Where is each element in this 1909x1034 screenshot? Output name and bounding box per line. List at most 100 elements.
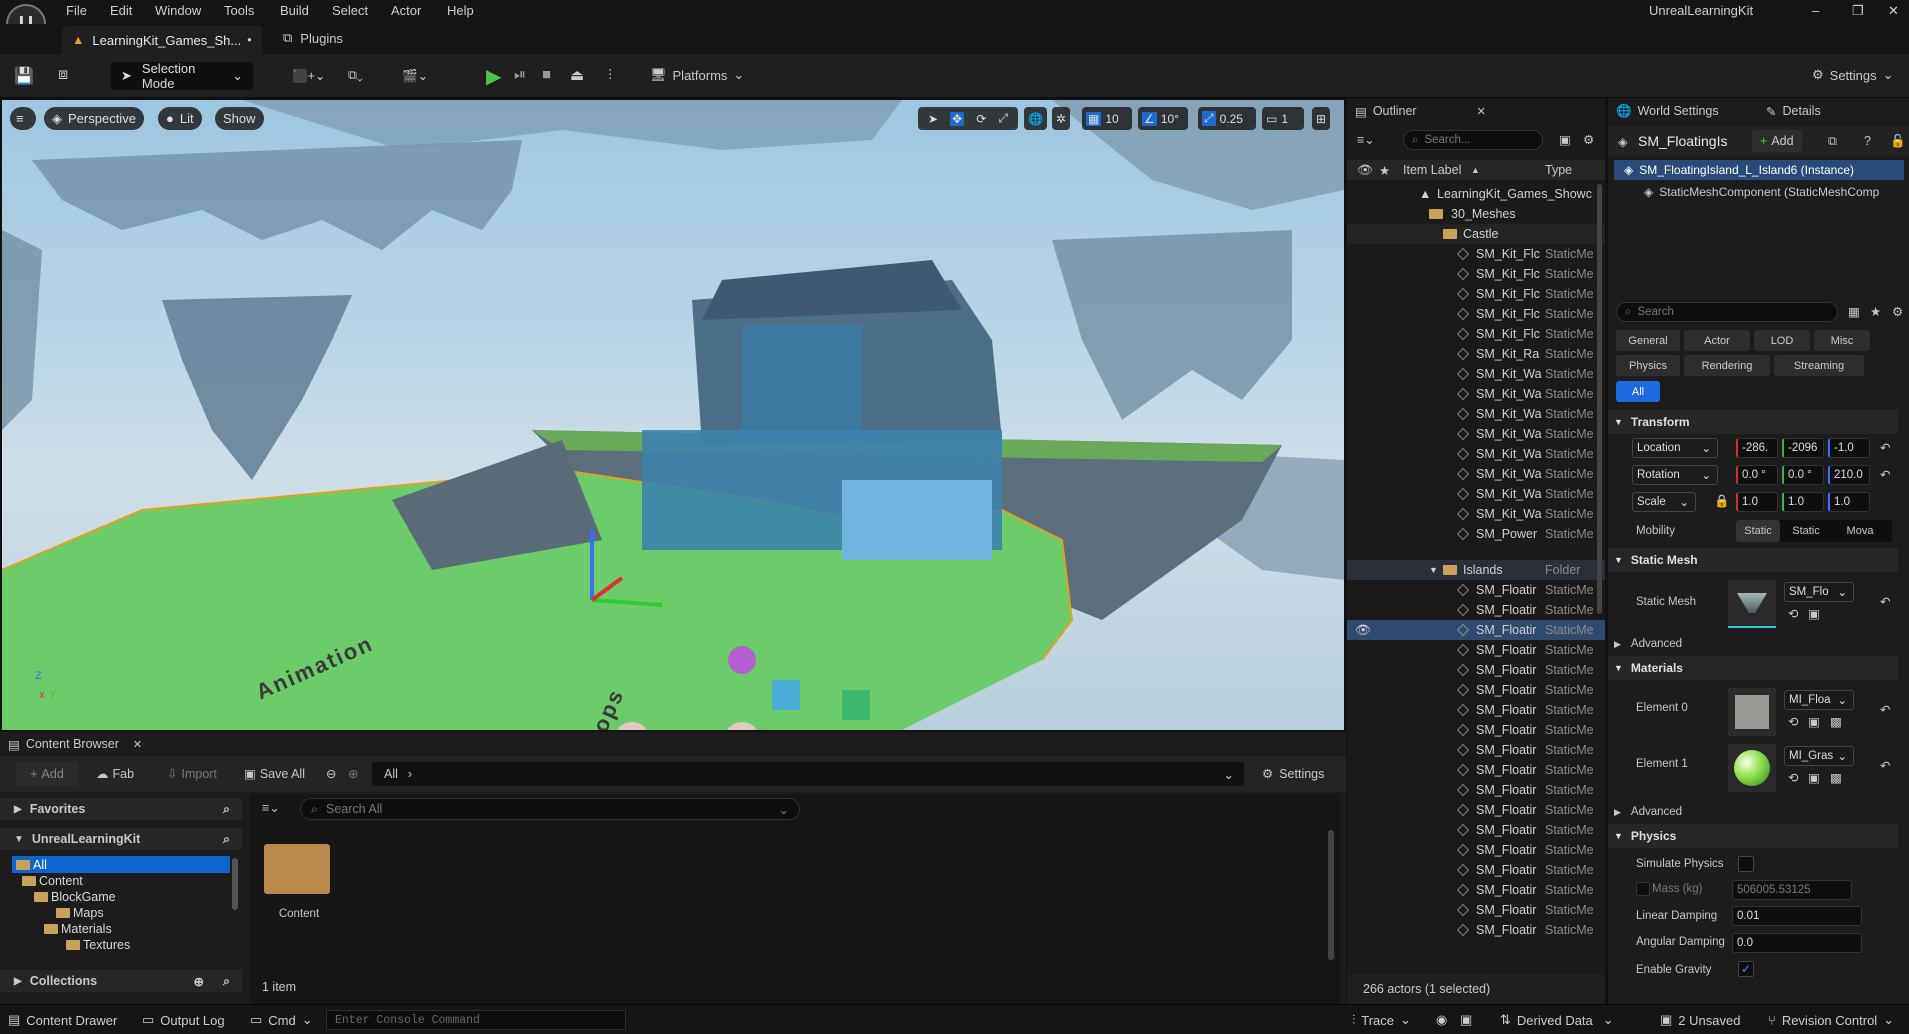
tree-item-maps[interactable]: Maps — [56, 906, 104, 920]
filter-lod[interactable]: LOD — [1754, 330, 1810, 351]
viewport-menu-button[interactable]: ≡ — [10, 107, 36, 130]
material0-picker[interactable]: MI_Floa ⌄ — [1784, 690, 1854, 710]
help-icon[interactable]: ? — [1864, 134, 1871, 148]
tab-content-browser[interactable]: ▤ Content Browser ✕ — [0, 732, 160, 756]
tree-row-level[interactable]: ▲ LearningKit_Games_Showc — [1347, 184, 1605, 204]
material1-thumbnail[interactable] — [1728, 744, 1776, 792]
section-physics[interactable]: ▼ Physics — [1608, 824, 1898, 848]
add-actor-icon[interactable]: ⬛+⌄ — [292, 68, 325, 84]
search-icon[interactable]: ⌕ — [223, 974, 230, 989]
menu-build[interactable]: Build — [280, 3, 309, 18]
mesh-thumbnail[interactable] — [1728, 580, 1776, 628]
filter-actor[interactable]: Actor — [1684, 330, 1750, 351]
add-collection-icon[interactable]: ⊕ — [194, 974, 204, 989]
lit-button[interactable]: ● Lit — [158, 107, 202, 130]
checker-icon[interactable]: ▩ — [1830, 770, 1842, 785]
tab-world-settings[interactable]: 🌐 World Settings — [1612, 98, 1719, 124]
blueprint-icon[interactable]: ⧉⌄ — [348, 68, 363, 83]
table-row[interactable]: SM_Floatir StaticMe — [1347, 780, 1605, 800]
tab-plugins[interactable]: ⧉ Plugins — [283, 30, 343, 46]
details-search[interactable]: ⌕ Search — [1616, 302, 1838, 322]
close-tab-icon[interactable]: ✕ — [133, 738, 142, 751]
table-row[interactable]: SM_Floatir StaticMe — [1347, 680, 1605, 700]
mesh-picker[interactable]: SM_Flo ⌄ — [1784, 582, 1854, 602]
table-row[interactable]: SM_Power StaticMe — [1347, 524, 1605, 544]
visibility-icon[interactable]: 👁 — [1355, 623, 1371, 638]
advanced-materials[interactable]: ▶ Advanced — [1614, 802, 1682, 822]
revision-control-dropdown[interactable]: ⑂ Revision Control ⌄ — [1768, 1012, 1894, 1028]
menu-select[interactable]: Select — [332, 3, 368, 18]
advanced-static-mesh[interactable]: ▶ Advanced — [1614, 634, 1682, 654]
object-name[interactable]: SM_FloatingIs — [1638, 133, 1727, 149]
use-selected-icon[interactable]: ⟲ — [1788, 606, 1798, 621]
outliner-settings-icon[interactable]: ⚙ — [1583, 132, 1594, 147]
close-window-icon[interactable]: ✕ — [1888, 3, 1899, 19]
table-row[interactable]: SM_Floatir StaticMe — [1347, 840, 1605, 860]
unsaved-button[interactable]: ▣ 2 Unsaved — [1660, 1012, 1740, 1028]
filter-streaming[interactable]: Streaming — [1774, 355, 1864, 376]
col-type[interactable]: Type — [1545, 163, 1572, 177]
level-viewport[interactable]: Animation Props Z x Y ≡ ◈ Perspective ● Li… — [2, 100, 1344, 730]
table-row[interactable]: SM_Floatir StaticMe — [1347, 820, 1605, 840]
rotation-x[interactable]: 0.0 ° — [1736, 465, 1778, 485]
table-row[interactable]: SM_Kit_Flc StaticMe — [1347, 264, 1605, 284]
table-row[interactable]: SM_Floatir StaticMe — [1347, 860, 1605, 880]
menu-edit[interactable]: Edit — [110, 3, 132, 18]
platforms-dropdown[interactable]: 🖥 Platforms ⌄ — [650, 67, 744, 83]
table-row[interactable]: SM_Kit_Wa StaticMe — [1347, 384, 1605, 404]
tree-item-content[interactable]: Content — [22, 874, 83, 888]
tree-row-30-meshes[interactable]: 30_Meshes — [1347, 204, 1605, 224]
forward-icon[interactable]: ⊕ — [348, 766, 358, 781]
scale-z[interactable]: 1.0 — [1828, 492, 1870, 512]
settings-dropdown[interactable]: ⚙ Settings ⌄ — [1812, 67, 1894, 83]
perspective-button[interactable]: ◈ Perspective — [44, 107, 144, 130]
scale-x[interactable]: 1.0 — [1736, 492, 1778, 512]
asset-search-field[interactable]: ⌕ Search All ⌄ — [300, 798, 800, 820]
table-row[interactable]: SM_Kit_Wa StaticMe — [1347, 444, 1605, 464]
play-icon[interactable]: ▶ — [486, 64, 501, 89]
table-row[interactable]: SM_Floatir StaticMe — [1347, 800, 1605, 820]
blueprint-icon[interactable]: ⧉ — [1828, 134, 1837, 149]
menu-actor[interactable]: Actor — [391, 3, 421, 18]
scale-y[interactable]: 1.0 — [1782, 492, 1824, 512]
tree-item-blockgame[interactable]: BlockGame — [34, 890, 116, 904]
eject-icon[interactable]: ⏏ — [570, 66, 584, 84]
filter-all[interactable]: All — [1616, 381, 1660, 402]
selection-mode-dropdown[interactable]: ➤ Selection Mode ⌄ — [111, 61, 253, 91]
play-options-icon[interactable]: ⋮ — [604, 66, 617, 81]
rotation-z[interactable]: 210.0 — [1828, 465, 1870, 485]
table-row[interactable]: SM_Kit_Flc StaticMe — [1347, 324, 1605, 344]
layout-icon[interactable]: ⊞ — [1312, 107, 1331, 130]
rotation-y[interactable]: 0.0 ° — [1782, 465, 1824, 485]
table-row[interactable]: SM_Floatir StaticMe — [1347, 600, 1605, 620]
table-row[interactable]: SM_Floatir StaticMe — [1347, 740, 1605, 760]
content-drawer-button[interactable]: ▤ Content Drawer — [8, 1012, 117, 1028]
table-row[interactable]: SM_Kit_Flc StaticMe — [1347, 244, 1605, 264]
reset-rotation-icon[interactable]: ↶ — [1880, 467, 1890, 482]
table-row[interactable]: 👁 SM_Floatir StaticMe — [1347, 620, 1605, 640]
material0-thumbnail[interactable] — [1728, 688, 1776, 736]
tree-row-islands[interactable]: ▼ Islands Folder — [1347, 560, 1605, 580]
import-button[interactable]: ⇩ Import — [167, 766, 217, 782]
cmd-dropdown[interactable]: ▭ Cmd ⌄ — [250, 1012, 313, 1028]
console-input[interactable]: Enter Console Command — [326, 1010, 626, 1030]
lock-icon[interactable]: 🔓 — [1890, 134, 1906, 149]
filter-physics[interactable]: Physics — [1616, 355, 1680, 376]
collections-header[interactable]: ▶ Collections ⊕ ⌕ — [0, 970, 242, 992]
scale-snap-button[interactable]: ⤢ 0.25 — [1198, 107, 1256, 130]
filter-button[interactable]: ≡⌄ — [262, 800, 280, 815]
camera-speed-button[interactable]: ▭ 1 — [1262, 107, 1304, 130]
section-transform[interactable]: ▼ Transform — [1608, 410, 1898, 434]
rotate-tool-icon[interactable]: ⟳ — [976, 112, 986, 126]
world-space-icon[interactable]: 🌐 — [1024, 107, 1047, 130]
select-tool-icon[interactable]: ➤ — [928, 112, 938, 126]
angular-damping-field[interactable]: 0.0 — [1732, 933, 1862, 953]
favorite-icon[interactable]: ★ — [1870, 304, 1881, 319]
table-row[interactable]: SM_Floatir StaticMe — [1347, 640, 1605, 660]
reset-location-icon[interactable]: ↶ — [1880, 440, 1890, 455]
cb-settings-button[interactable]: ⚙ Settings — [1262, 766, 1324, 782]
table-row[interactable]: SM_Floatir StaticMe — [1347, 720, 1605, 740]
location-y[interactable]: -2096 — [1782, 438, 1824, 458]
table-row[interactable]: SM_Kit_Wa StaticMe — [1347, 364, 1605, 384]
trace-dropdown[interactable]: ⫶ Trace ⌄ — [1352, 1012, 1411, 1028]
